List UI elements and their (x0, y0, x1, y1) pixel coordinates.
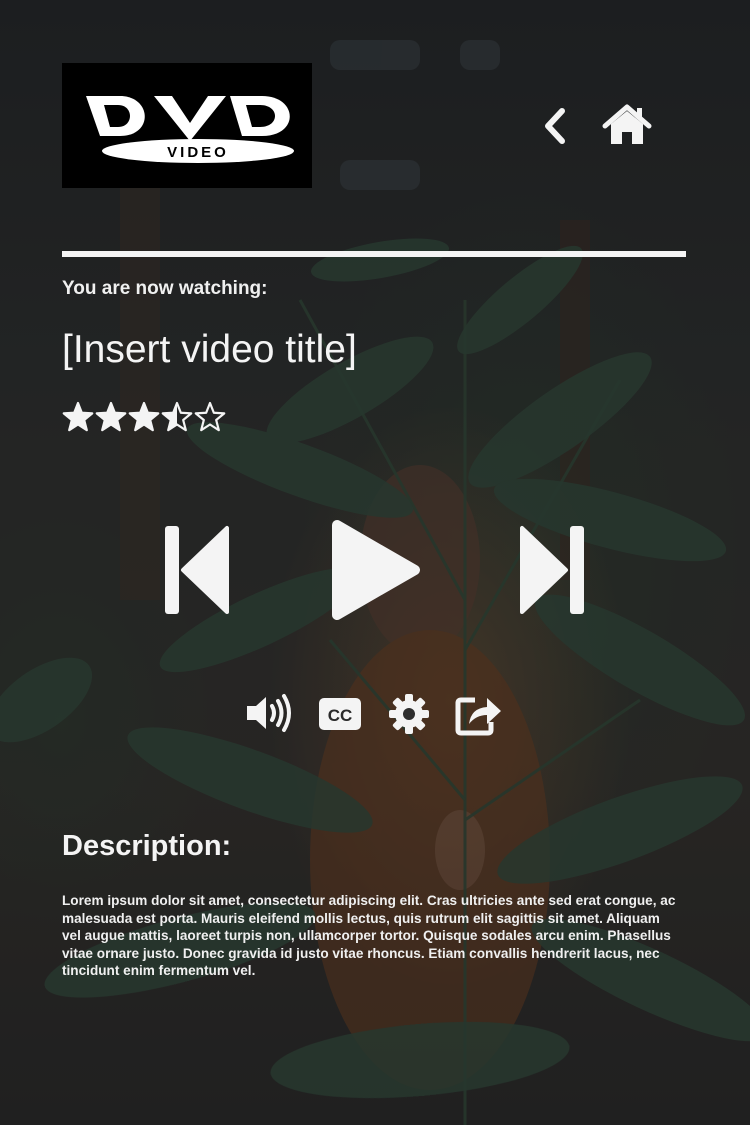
previous-button[interactable] (163, 524, 231, 616)
share-icon (455, 697, 501, 736)
volume-button[interactable] (244, 692, 294, 734)
dvd-video-logo: VIDEO (62, 63, 312, 188)
star-full-icon (128, 401, 160, 432)
skip-next-icon (520, 526, 584, 614)
logo-subtext: VIDEO (167, 144, 229, 161)
play-icon (332, 520, 420, 620)
description-text: Lorem ipsum dolor sit amet, consectetur … (62, 893, 676, 979)
star-full-icon (95, 401, 127, 432)
share-button[interactable] (455, 692, 503, 736)
closed-captions-button[interactable]: CC (318, 697, 362, 731)
skip-previous-icon (165, 526, 229, 614)
back-button[interactable] (538, 103, 572, 149)
cc-label: CC (328, 706, 353, 725)
closed-captions-icon: CC (319, 698, 361, 730)
volume-icon (247, 694, 291, 732)
gear-icon (389, 694, 429, 734)
play-button[interactable] (327, 517, 422, 623)
description-heading: Description: (62, 830, 232, 862)
video-player-screen: VIDEO You are now watching: [Insert vide… (0, 0, 750, 1125)
home-icon (602, 104, 652, 144)
settings-button[interactable] (387, 692, 431, 736)
home-button[interactable] (602, 104, 652, 148)
rating-stars (62, 401, 226, 432)
star-empty-icon (194, 401, 226, 432)
star-rating (62, 400, 232, 436)
logo-mark: VIDEO (86, 96, 294, 163)
video-title: [Insert video title] (62, 328, 357, 371)
header-divider (62, 251, 686, 257)
next-button[interactable] (518, 524, 586, 616)
now-watching-label: You are now watching: (62, 278, 268, 299)
star-full-icon (62, 401, 94, 432)
chevron-left-icon (545, 108, 565, 144)
